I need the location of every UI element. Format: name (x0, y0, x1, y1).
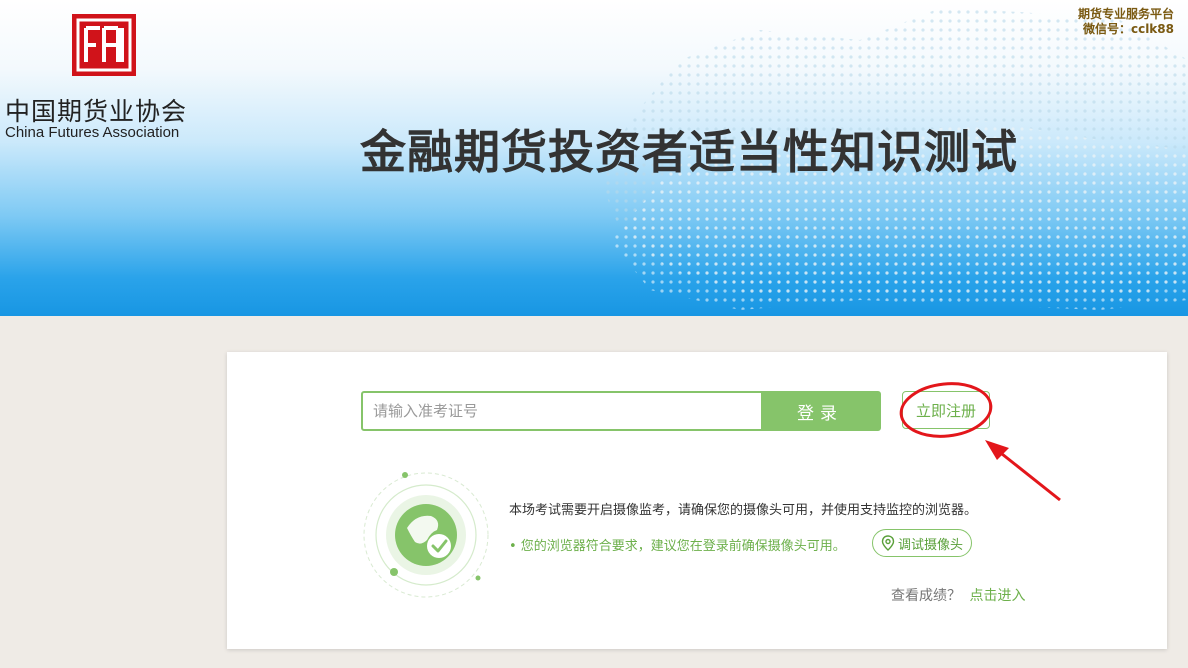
annotation-arrow-head (985, 440, 1009, 460)
login-card: 登录 立即注册 本场考试需要开启摄像监考，请确保您的摄像头可用，并使用支持监控的… (227, 352, 1167, 649)
annotation-arrow-line (996, 448, 1061, 502)
exam-id-input[interactable] (363, 393, 761, 429)
org-name-zh: 中国期货业协会 (5, 97, 188, 126)
score-link[interactable]: 点击进入 (969, 588, 1025, 604)
test-camera-label: 调试摄像头 (898, 537, 964, 553)
globe-check-icon (363, 472, 489, 598)
org-name-en: China Futures Association (5, 124, 180, 141)
location-pin-icon (881, 535, 895, 551)
register-button[interactable]: 立即注册 (902, 391, 990, 429)
score-row: 查看成绩？ 点击进入 (891, 585, 1025, 605)
corner-line-1: 期货专业服务平台 (1077, 7, 1174, 21)
cfa-logo-icon (72, 14, 136, 76)
corner-watermark: 期货专业服务平台 微信号：cclk88 (1078, 7, 1174, 37)
login-form: 登录 (361, 391, 881, 431)
score-prompt: 查看成绩？ (891, 588, 961, 604)
test-camera-button[interactable]: 调试摄像头 (872, 529, 973, 557)
browser-status-text: • 您的浏览器符合要求，建议您在登录前确保摄像头可用。 (509, 539, 846, 554)
camera-requirement-text: 本场考试需要开启摄像监考，请确保您的摄像头可用，并使用支持监控的浏览器。 (509, 503, 978, 518)
corner-line-2: 微信号：cclk88 (1082, 22, 1174, 36)
login-button[interactable]: 登录 (761, 393, 879, 429)
page-title: 金融期货投资者适当性知识测试 (360, 125, 1018, 179)
header-banner: 中国期货业协会 China Futures Association 金融期货投资… (0, 0, 1188, 316)
